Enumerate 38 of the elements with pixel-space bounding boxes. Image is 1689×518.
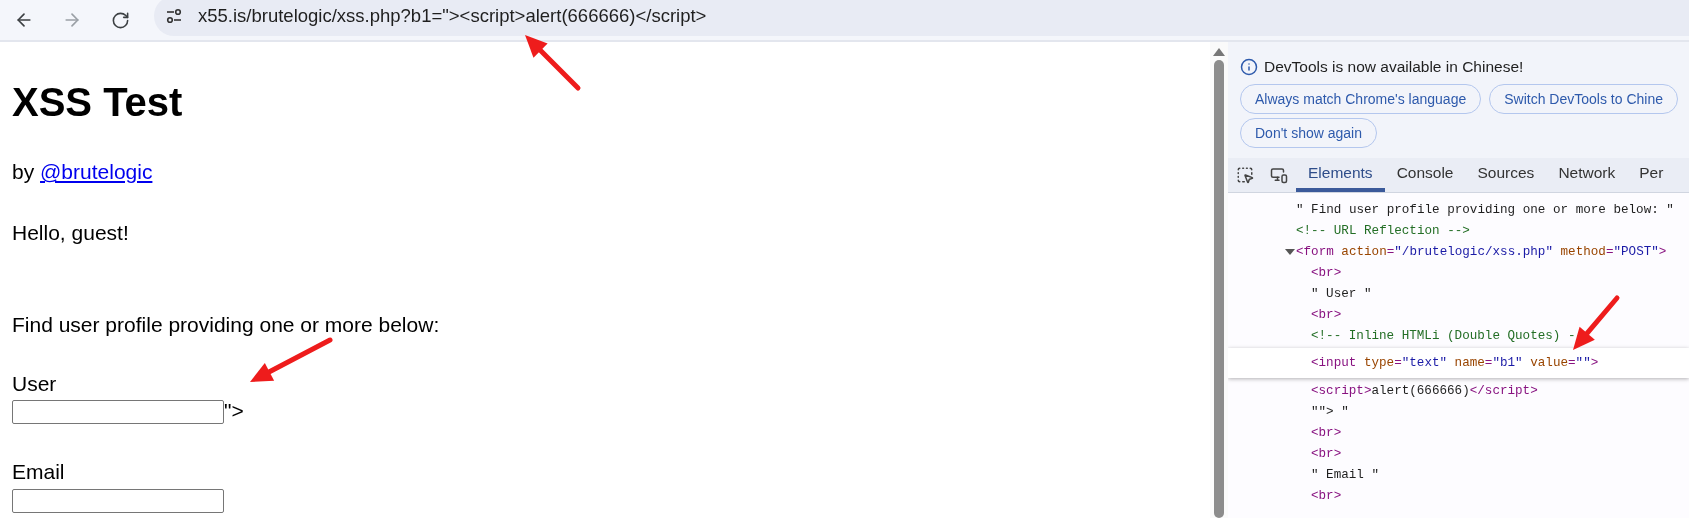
annotation-arrow <box>1573 295 1620 350</box>
notice-text: DevTools is now available in Chinese! <box>1264 58 1524 76</box>
input-field[interactable] <box>12 489 224 514</box>
dom-node[interactable]: <script>alert(666666)</script> <box>1228 380 1689 401</box>
info-icon <box>1240 58 1258 76</box>
annotation-arrow <box>525 35 581 91</box>
byline: by @brutelogic <box>12 159 154 185</box>
intro-text: Find user profile providing one or more below: <box>12 311 441 338</box>
dom-node[interactable]: ""> " <box>1228 401 1689 422</box>
greeting-text: Hello, guest! <box>12 220 130 247</box>
site-settings-icon[interactable] <box>164 6 184 26</box>
dom-node[interactable]: <!-- URL Reflection --> <box>1228 220 1689 241</box>
dom-node[interactable]: <br> <box>1228 422 1689 443</box>
page-heading: XSS Test <box>12 79 184 126</box>
input-field[interactable] <box>12 400 224 425</box>
devtools-tab[interactable]: Network <box>1546 158 1628 192</box>
dom-node[interactable]: <input type="text" name="b1" value=""> <box>1228 348 1689 378</box>
reload-icon <box>110 10 130 30</box>
field-label: Email <box>12 460 65 484</box>
author-link[interactable]: @brutelogic <box>40 160 153 183</box>
devtools-tab[interactable]: Sources <box>1465 158 1547 192</box>
dom-node[interactable]: <br> <box>1228 262 1689 283</box>
address-bar[interactable]: x55.is/brutelogic/xss.php?b1="><script>alert(666666)</script> <box>154 0 1689 36</box>
dom-node[interactable]: " Find user profile providing one or more below: " <box>1228 199 1689 220</box>
devtools-tab[interactable]: Console <box>1384 158 1466 192</box>
scroll-up-icon[interactable] <box>1213 48 1225 56</box>
reflected-text: "> <box>224 399 244 423</box>
dom-node[interactable]: " Email " <box>1228 464 1689 485</box>
dom-node[interactable]: " User " <box>1228 283 1689 304</box>
dom-node[interactable]: <form action="/brutelogic/xss.php" method="POST"> <box>1228 241 1689 262</box>
url-text: x55.is/brutelogic/xss.php?b1="><script>alert(666666)</script> <box>198 5 707 27</box>
field-label: User <box>12 371 57 395</box>
scrollbar[interactable] <box>1210 42 1228 518</box>
dom-node[interactable]: <br> <box>1228 304 1689 325</box>
dom-node[interactable]: <br> <box>1228 443 1689 464</box>
devtools-tab[interactable]: Per <box>1627 158 1676 192</box>
dom-node[interactable]: <br> <box>1228 485 1689 506</box>
expand-icon[interactable] <box>1285 248 1295 255</box>
